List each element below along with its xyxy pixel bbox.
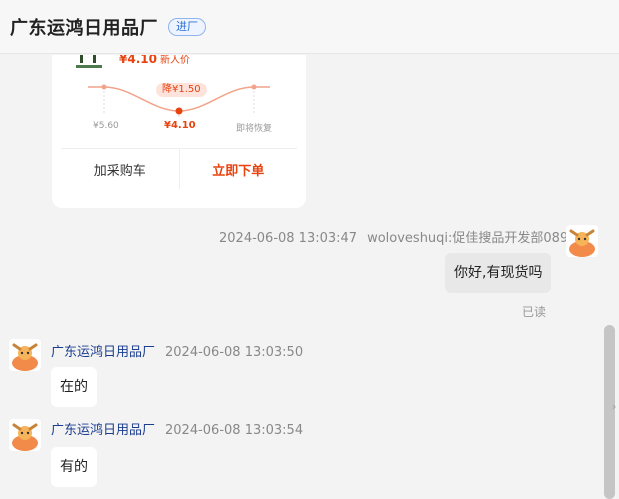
current-price-label: ¥4.10 <box>164 120 196 131</box>
scrollbar[interactable] <box>602 55 619 499</box>
chevron-right-icon[interactable]: › <box>612 400 616 413</box>
message-meta: 广东运鸿日用品厂 2024-06-08 13:03:54 <box>51 419 303 438</box>
message-meta: 广东运鸿日用品厂 2024-06-08 13:03:50 <box>51 341 303 360</box>
avatar[interactable] <box>566 225 598 257</box>
price-drop-badge: 降¥1.50 <box>156 83 207 97</box>
price-point-original <box>101 84 107 90</box>
message-meta: 2024-06-08 13:03:47 woloveshuqi:促佳搜品开发部08… <box>219 227 568 246</box>
factory-badge[interactable]: 进厂 <box>168 17 206 36</box>
restore-price-label: 即将恢复 <box>236 124 273 134</box>
product-price: ¥4.10 新人价 <box>119 55 190 66</box>
avatar[interactable] <box>9 339 41 371</box>
message-time: 2024-06-08 13:03:47 <box>219 231 358 246</box>
card-actions: 加采购车 立即下单 <box>61 148 297 189</box>
price-point-current <box>175 107 183 115</box>
message-sender[interactable]: 广东运鸿日用品厂 <box>51 345 155 360</box>
message-sender[interactable]: woloveshuqi:促佳搜品开发部089 <box>367 231 568 246</box>
original-price-label: ¥5.60 <box>93 121 119 131</box>
product-thumbnail[interactable] <box>74 55 104 69</box>
message-time: 2024-06-08 13:03:50 <box>165 345 304 360</box>
price-point-restore <box>251 84 257 90</box>
message-list[interactable]: ▆▇▅▆▇▅▆▇▅▆▇▅▆▇▅▆▇▅▆▇▅▆ ¥4.10新人价 降¥1.50 ¥… <box>0 55 602 499</box>
chat-header: 广东运鸿日用品厂 进厂 <box>0 0 619 54</box>
avatar[interactable] <box>9 419 41 451</box>
message-bubble[interactable]: 你好,有现货吗 <box>445 253 552 293</box>
add-to-cart-button[interactable]: 加采购车 <box>61 149 180 189</box>
shop-name[interactable]: 广东运鸿日用品厂 <box>10 14 158 40</box>
message-bubble[interactable]: 有的 <box>51 447 97 487</box>
buy-now-button[interactable]: 立即下单 <box>180 149 298 189</box>
product-card[interactable]: ▆▇▅▆▇▅▆▇▅▆▇▅▆▇▅▆▇▅▆▇▅▆ ¥4.10新人价 降¥1.50 ¥… <box>52 55 306 208</box>
message-time: 2024-06-08 13:03:54 <box>165 423 304 438</box>
read-status: 已读 <box>522 305 547 319</box>
message-bubble[interactable]: 在的 <box>51 367 97 407</box>
message-sender[interactable]: 广东运鸿日用品厂 <box>51 423 155 438</box>
